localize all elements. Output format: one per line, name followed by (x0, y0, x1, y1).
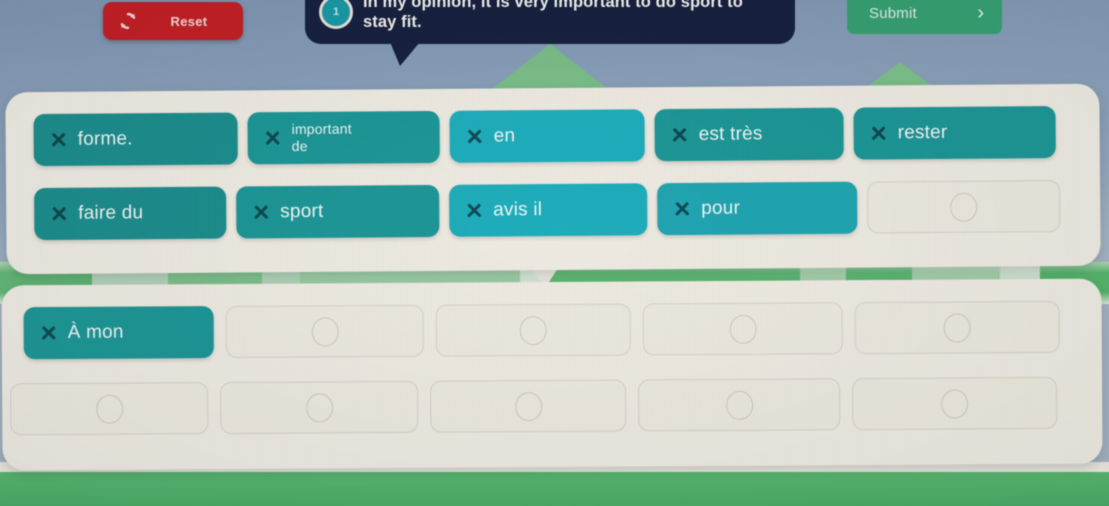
submit-button-label: Submit (869, 4, 917, 22)
remove-word-x-icon[interactable] (870, 125, 887, 142)
slot-circle-icon (943, 312, 971, 343)
word-tile-label: rester (897, 121, 948, 144)
remove-word-x-icon[interactable] (673, 200, 690, 217)
slot-circle-icon (725, 390, 753, 420)
word-tile[interactable]: pour (657, 181, 858, 236)
word-bank-row-2: faire du sport avis il pour (34, 180, 1061, 241)
remove-word-x-icon[interactable] (50, 131, 67, 148)
prompt-bubble-tail (390, 42, 420, 66)
word-tile[interactable]: en (449, 109, 645, 163)
word-tile[interactable]: avis il (449, 183, 648, 237)
remove-word-x-icon[interactable] (264, 130, 281, 147)
word-tile[interactable]: est très (654, 107, 844, 162)
background-mountain-left (488, 44, 612, 92)
prompt-bubble: 1 In my opinion, it is very important to… (305, 0, 795, 44)
empty-slot[interactable] (852, 376, 1058, 431)
answer-area-card: À mon (1, 278, 1103, 471)
word-bank-row-1: forme. important de en est très rester (33, 106, 1056, 167)
slot-circle-icon (729, 314, 757, 344)
empty-slot[interactable] (220, 380, 419, 435)
word-tile[interactable]: À mon (23, 306, 214, 360)
slot-circle-icon (95, 394, 123, 424)
slot-circle-icon (950, 192, 978, 222)
empty-slot[interactable] (430, 379, 627, 433)
word-tile-label: sport (280, 200, 324, 223)
word-tile-label: forme. (77, 128, 133, 150)
empty-slot[interactable] (867, 180, 1061, 234)
remove-word-x-icon[interactable] (465, 202, 482, 219)
slot-circle-icon (305, 392, 333, 423)
word-tile-label: À mon (67, 321, 124, 343)
word-tile[interactable]: faire du (34, 186, 227, 241)
word-tile-label: avis il (493, 199, 543, 221)
remove-word-x-icon[interactable] (252, 204, 269, 221)
reset-button-label: Reset (170, 13, 208, 29)
remove-word-x-icon[interactable] (671, 126, 688, 143)
empty-slot[interactable] (642, 302, 843, 356)
answer-row-1: À mon (23, 300, 1060, 360)
empty-slot[interactable] (225, 304, 424, 358)
prompt-number-badge: 1 (319, 0, 353, 29)
app-background: forme. important de en est très rester faire… (0, 0, 1109, 506)
word-tile[interactable]: rester (853, 106, 1056, 160)
refresh-icon (120, 12, 136, 30)
word-tile-label: faire du (78, 202, 144, 224)
word-tile-label: important de (291, 120, 352, 155)
submit-button[interactable]: Submit › (847, 0, 1002, 34)
remove-word-x-icon[interactable] (50, 205, 67, 222)
word-tile-label: en (493, 125, 516, 147)
chevron-right-icon: › (977, 2, 984, 24)
word-tile-label: est très (698, 123, 763, 145)
word-bank-card: forme. important de en est très rester faire… (5, 83, 1101, 275)
empty-slot[interactable] (10, 382, 209, 436)
prompt-text: In my opinion, it is very important to d… (363, 0, 743, 31)
top-toolbar: Reset 1 In my opinion, it is very import… (0, 0, 1109, 66)
remove-word-x-icon[interactable] (40, 325, 57, 342)
empty-slot[interactable] (854, 300, 1060, 355)
background-floor (0, 472, 1109, 506)
slot-circle-icon (519, 315, 547, 345)
empty-slot[interactable] (638, 378, 841, 432)
empty-slot[interactable] (435, 303, 631, 357)
remove-word-x-icon[interactable] (466, 128, 483, 145)
reset-button[interactable]: Reset (103, 2, 243, 40)
slot-circle-icon (941, 388, 969, 419)
slot-circle-icon (514, 391, 542, 421)
word-tile[interactable]: forme. (33, 112, 238, 167)
slot-circle-icon (311, 316, 339, 346)
word-tile[interactable]: important de (247, 110, 440, 165)
answer-row-2 (10, 376, 1058, 436)
word-tile-label: pour (701, 197, 741, 219)
word-tile[interactable]: sport (236, 184, 440, 239)
